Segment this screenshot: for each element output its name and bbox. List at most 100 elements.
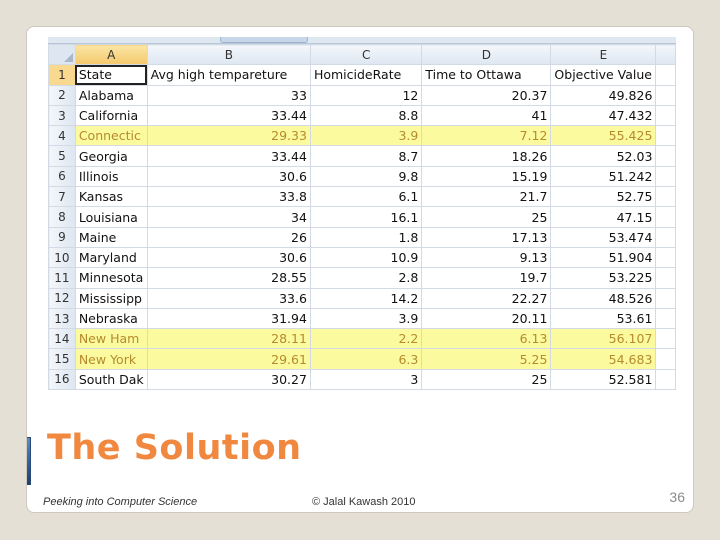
row-number[interactable]: 13 (48, 307, 76, 330)
cell-state[interactable]: Illinois (74, 165, 148, 188)
cell-homicide-rate[interactable]: 2.2 (309, 328, 423, 350)
row-number[interactable]: 3 (48, 104, 76, 127)
cell-state[interactable]: Maryland (74, 246, 148, 269)
cell-time-to-ottawa[interactable]: 9.13 (421, 246, 552, 269)
cell-avg-high-temp[interactable]: 33.8 (146, 186, 311, 208)
cell-state[interactable]: Maine (74, 226, 148, 248)
cell-homicide-rate[interactable]: 2.8 (309, 267, 423, 289)
column-header-f[interactable] (655, 43, 676, 66)
cell-empty[interactable] (655, 226, 676, 248)
cell-empty[interactable] (655, 246, 676, 269)
column-header-d[interactable]: D (421, 43, 552, 66)
cell-objective-value[interactable]: 53.474 (550, 226, 657, 248)
cell-avg-high-temp[interactable]: 30.6 (146, 165, 311, 188)
cell-objective-value[interactable]: 47.432 (550, 104, 657, 127)
cell-objective-value[interactable]: 53.225 (550, 267, 657, 289)
cell-objective-value[interactable]: 52.75 (550, 186, 657, 208)
ribbon-tab[interactable] (220, 37, 308, 43)
cell-empty[interactable] (655, 145, 676, 167)
cell-empty[interactable] (655, 206, 676, 228)
cell-avg-high-temp[interactable]: 34 (146, 206, 311, 228)
cell-avg-high-temp[interactable]: 29.61 (146, 348, 311, 370)
cell-time-to-ottawa[interactable]: 18.26 (421, 145, 552, 167)
cell-empty[interactable] (655, 64, 676, 86)
row-number[interactable]: 12 (48, 287, 76, 309)
cell-avg-high-temp[interactable]: 28.55 (146, 267, 311, 289)
cell-avg-high-temp[interactable]: 30.27 (146, 368, 311, 391)
cell-avg-high-temp[interactable]: 33 (146, 84, 311, 106)
cell-objective-value[interactable]: 51.242 (550, 165, 657, 188)
cell-empty[interactable] (655, 267, 676, 289)
cell-objective-value[interactable]: 52.03 (550, 145, 657, 167)
cell-avg-high-temp[interactable]: 29.33 (146, 125, 311, 147)
cell-header-objective[interactable]: Objective Value (550, 64, 657, 86)
row-number[interactable]: 6 (48, 165, 76, 188)
cell-objective-value[interactable]: 53.61 (550, 307, 657, 330)
cell-homicide-rate[interactable]: 1.8 (309, 226, 423, 248)
row-number[interactable]: 14 (48, 328, 76, 350)
cell-time-to-ottawa[interactable]: 25 (421, 368, 552, 391)
cell-homicide-rate[interactable]: 6.1 (309, 186, 423, 208)
column-header-b[interactable]: B (146, 43, 311, 66)
cell-state[interactable]: South Dak (74, 368, 148, 391)
row-number[interactable]: 2 (48, 84, 76, 106)
cell-homicide-rate[interactable]: 9.8 (309, 165, 423, 188)
cell-objective-value[interactable]: 48.526 (550, 287, 657, 309)
row-number[interactable]: 4 (48, 125, 76, 147)
cell-homicide-rate[interactable]: 10.9 (309, 246, 423, 269)
cell-avg-high-temp[interactable]: 33.44 (146, 145, 311, 167)
cell-homicide-rate[interactable]: 8.7 (309, 145, 423, 167)
cell-objective-value[interactable]: 54.683 (550, 348, 657, 370)
row-number[interactable]: 5 (48, 145, 76, 167)
spreadsheet-view[interactable]: A B C D E 1 State Avg high tempareture H… (48, 37, 676, 391)
cell-homicide-rate[interactable]: 16.1 (309, 206, 423, 228)
cell-time-to-ottawa[interactable]: 19.7 (421, 267, 552, 289)
cell-header-state[interactable]: State (74, 64, 148, 86)
select-all-corner[interactable] (48, 43, 76, 66)
cell-avg-high-temp[interactable]: 31.94 (146, 307, 311, 330)
cell-empty[interactable] (655, 104, 676, 127)
cell-time-to-ottawa[interactable]: 7.12 (421, 125, 552, 147)
cell-time-to-ottawa[interactable]: 20.11 (421, 307, 552, 330)
row-number[interactable]: 16 (48, 368, 76, 391)
cell-state[interactable]: Louisiana (74, 206, 148, 228)
column-header-a[interactable]: A (74, 43, 148, 66)
cell-homicide-rate[interactable]: 6.3 (309, 348, 423, 370)
cell-avg-high-temp[interactable]: 26 (146, 226, 311, 248)
cell-time-to-ottawa[interactable]: 5.25 (421, 348, 552, 370)
row-number[interactable]: 7 (48, 186, 76, 208)
column-header-e[interactable]: E (550, 43, 657, 66)
cell-homicide-rate[interactable]: 8.8 (309, 104, 423, 127)
cell-state[interactable]: Alabama (74, 84, 148, 106)
cell-objective-value[interactable]: 56.107 (550, 328, 657, 350)
column-header-c[interactable]: C (309, 43, 423, 66)
cell-avg-high-temp[interactable]: 30.6 (146, 246, 311, 269)
cell-state[interactable]: Nebraska (74, 307, 148, 330)
cell-objective-value[interactable]: 47.15 (550, 206, 657, 228)
cell-objective-value[interactable]: 52.581 (550, 368, 657, 391)
cell-time-to-ottawa[interactable]: 17.13 (421, 226, 552, 248)
row-number[interactable]: 8 (48, 206, 76, 228)
cell-state[interactable]: Connectic (74, 125, 148, 147)
row-number[interactable]: 15 (48, 348, 76, 370)
cell-state[interactable]: Georgia (74, 145, 148, 167)
cell-time-to-ottawa[interactable]: 15.19 (421, 165, 552, 188)
cell-header-temp[interactable]: Avg high tempareture (146, 64, 311, 86)
cell-objective-value[interactable]: 55.425 (550, 125, 657, 147)
cell-homicide-rate[interactable]: 3.9 (309, 125, 423, 147)
row-number[interactable]: 10 (48, 246, 76, 269)
spreadsheet-grid[interactable]: A B C D E 1 State Avg high tempareture H… (48, 43, 676, 391)
cell-time-to-ottawa[interactable]: 25 (421, 206, 552, 228)
cell-empty[interactable] (655, 348, 676, 370)
cell-state[interactable]: New York (74, 348, 148, 370)
cell-time-to-ottawa[interactable]: 21.7 (421, 186, 552, 208)
cell-state[interactable]: Mississipp (74, 287, 148, 309)
cell-time-to-ottawa[interactable]: 20.37 (421, 84, 552, 106)
cell-empty[interactable] (655, 287, 676, 309)
cell-empty[interactable] (655, 328, 676, 350)
cell-avg-high-temp[interactable]: 28.11 (146, 328, 311, 350)
cell-time-to-ottawa[interactable]: 22.27 (421, 287, 552, 309)
row-number[interactable]: 11 (48, 267, 76, 289)
cell-state[interactable]: California (74, 104, 148, 127)
cell-state[interactable]: Kansas (74, 186, 148, 208)
